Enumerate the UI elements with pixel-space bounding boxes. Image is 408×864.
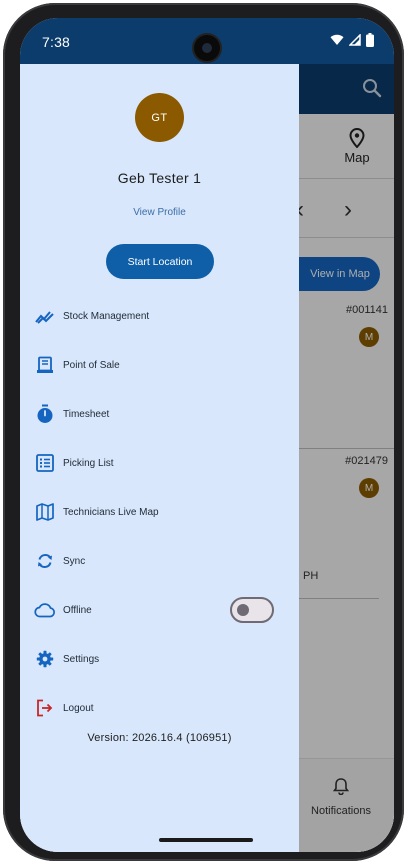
menu-item-technicians-live-map[interactable]: Technicians Live Map	[20, 490, 299, 534]
menu-item-label: Timesheet	[63, 408, 110, 420]
menu-item-picking-list[interactable]: Picking List	[20, 441, 299, 485]
signal-icon	[349, 34, 361, 46]
wifi-icon	[330, 34, 344, 45]
screen: 7:38 Map ‹ › View in Map #001141 M #0214…	[20, 18, 394, 852]
menu-item-label: Technicians Live Map	[63, 506, 159, 518]
status-time: 7:38	[42, 34, 71, 50]
menu-item-label: Sync	[63, 555, 86, 567]
menu-item-offline: Offline	[20, 588, 299, 632]
menu-item-point-of-sale[interactable]: Point of Sale	[20, 343, 299, 387]
menu-item-label: Settings	[63, 653, 100, 665]
menu-item-stock-management[interactable]: Stock Management	[20, 294, 299, 338]
menu-item-label: Logout	[63, 702, 94, 714]
navigation-drawer: GT Geb Tester 1 View Profile Start Locat…	[20, 64, 299, 852]
menu-item-logout[interactable]: Logout	[20, 686, 299, 730]
menu-item-sync[interactable]: Sync	[20, 539, 299, 583]
status-bar: 7:38	[20, 18, 394, 64]
offline-toggle[interactable]	[230, 597, 274, 623]
start-location-button[interactable]: Start Location	[106, 244, 214, 279]
front-camera	[194, 35, 220, 61]
menu-item-label: Picking List	[63, 457, 114, 469]
menu-item-label: Point of Sale	[63, 359, 120, 371]
view-profile-link[interactable]: View Profile	[20, 207, 299, 218]
menu-item-settings[interactable]: Settings	[20, 637, 299, 681]
menu-item-timesheet[interactable]: Timesheet	[20, 392, 299, 436]
stopwatch-icon	[34, 403, 56, 425]
sync-icon	[34, 550, 56, 572]
user-name: Geb Tester 1	[117, 170, 202, 186]
cloud-icon	[34, 599, 56, 621]
app-version: Version: 2026.16.4 (106951)	[87, 732, 232, 744]
map-icon	[34, 501, 56, 523]
logout-icon	[34, 697, 56, 719]
avatar: GT	[135, 93, 184, 142]
menu-item-label: Stock Management	[63, 310, 150, 322]
menu-item-label: Offline	[63, 604, 92, 616]
toggle-knob	[237, 604, 249, 616]
home-indicator[interactable]	[159, 838, 253, 842]
status-icons	[330, 33, 374, 47]
phone-frame: 7:38 Map ‹ › View in Map #001141 M #0214…	[3, 3, 404, 861]
list-icon	[34, 452, 56, 474]
trending-chart-icon	[34, 305, 56, 327]
gear-icon	[34, 648, 56, 670]
battery-icon	[366, 33, 374, 47]
receipt-icon	[34, 354, 56, 376]
